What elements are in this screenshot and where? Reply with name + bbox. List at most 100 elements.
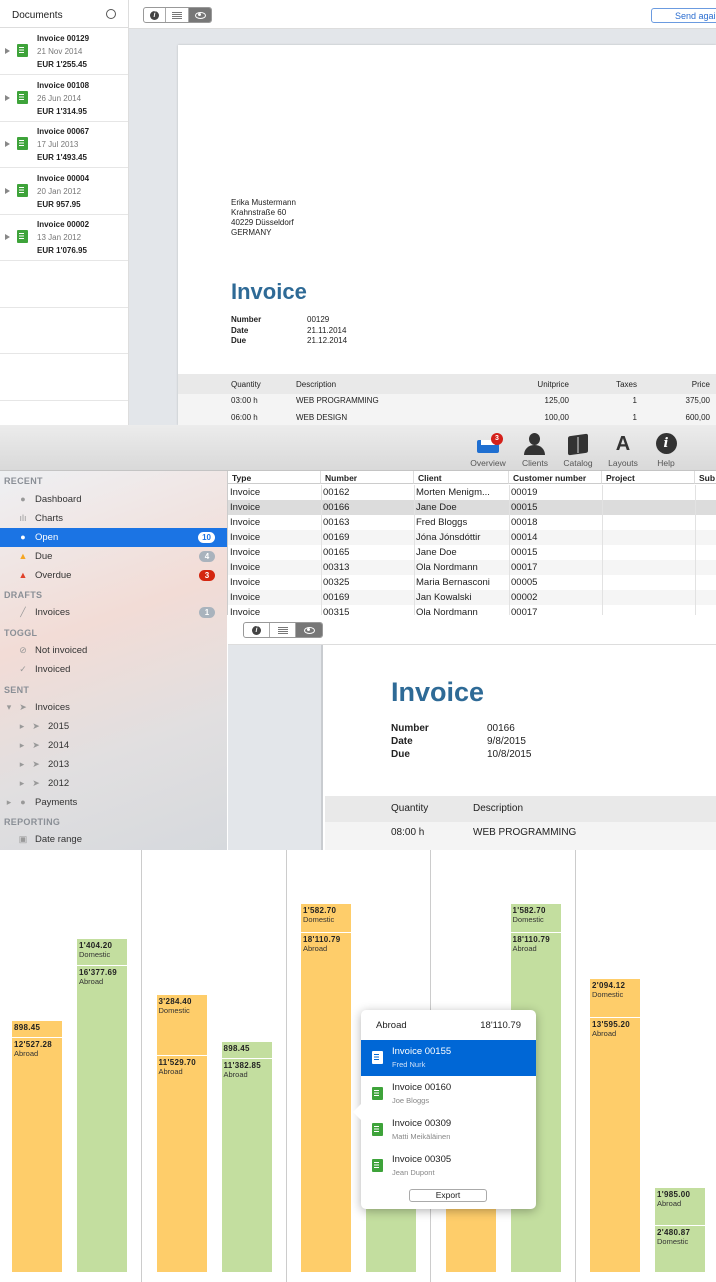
bar-segment[interactable]: 3'284.40Domestic — [156, 994, 207, 1056]
bar-segment[interactable]: 2'480.87 Domestic — [655, 1225, 705, 1272]
sidebar-item-year-2013[interactable]: ▸ ➤ 2013 — [0, 755, 227, 774]
clients-button[interactable]: Clients — [513, 433, 557, 468]
sidebar-item-open[interactable]: ● Open 10 — [0, 528, 227, 547]
bar-segment[interactable]: 1'985.00 Abroad — [655, 1188, 705, 1225]
sidebar-item-label: Invoices — [35, 702, 70, 713]
document-list-item[interactable]: Invoice 00004 20 Jan 2012 EUR 957.95 — [0, 168, 128, 215]
preview-button[interactable] — [189, 8, 211, 22]
sidebar-item-year-2015[interactable]: ▸ ➤ 2015 — [0, 717, 227, 736]
document-list-item[interactable]: Invoice 00129 21 Nov 2014 EUR 1'255.45 — [0, 28, 128, 75]
column-header-project[interactable]: Project — [602, 471, 695, 484]
document-list-item[interactable]: Invoice 00067 17 Jul 2013 EUR 1'493.45 — [0, 121, 128, 169]
disclosure-right-icon[interactable]: ▸ — [17, 759, 27, 769]
column-header-sub[interactable]: Sub — [695, 471, 716, 484]
document-date: 13 Jan 2012 — [37, 233, 82, 243]
sidebar-item-draft-invoices[interactable]: ╱ Invoices 1 — [0, 603, 227, 622]
disclosure-right-icon[interactable] — [5, 48, 10, 54]
bar-segment[interactable]: 18'110.79 Abroad — [301, 933, 351, 1272]
popover-invoice-item[interactable]: Invoice 00305 Jean Dupont — [361, 1148, 536, 1184]
send-again-button[interactable]: Send agai — [651, 8, 716, 23]
sidebar-item-label: Invoiced — [35, 664, 71, 675]
document-list-item[interactable]: Invoice 00108 26 Jun 2014 EUR 1'314.95 — [0, 75, 128, 122]
column-header-client[interactable]: Client — [414, 471, 509, 484]
bar-segment[interactable]: 16'377.69 Abroad — [77, 965, 127, 1272]
sidebar-item-not-invoiced[interactable]: ⊘ Not invoiced — [0, 641, 227, 660]
disclosure-right-icon[interactable] — [5, 234, 10, 241]
bar-segment[interactable]: 1'582.70 Domestic — [301, 903, 351, 933]
invoice-meta: Number 00166 Date 9/8/2015 Due 10/8/2015 — [391, 722, 532, 761]
sidebar-item-payments[interactable]: ▸ ● Payments — [0, 793, 227, 812]
export-button[interactable]: Export — [409, 1189, 487, 1202]
table-row[interactable]: Invoice 00169 Jóna Jónsdóttir 00014 — [228, 530, 716, 545]
table-row[interactable]: Invoice 00163 Fred Bloggs 00018 — [228, 515, 716, 530]
meta-label: Due — [231, 336, 247, 345]
table-row[interactable]: Invoice 00313 Ola Nordmann 00017 — [228, 560, 716, 575]
sidebar-item-charts[interactable]: ılı Charts — [0, 509, 227, 528]
table-cell: Invoice — [230, 502, 261, 513]
column-header-type[interactable]: Type — [228, 471, 321, 484]
disclosure-right-icon[interactable] — [5, 94, 10, 101]
info-icon: ● — [20, 494, 26, 504]
bar-segment[interactable]: 1'582.70 Domestic — [510, 903, 561, 933]
bar-segment[interactable]: 11'529.70 Abroad — [156, 1056, 207, 1272]
info-view-button[interactable]: i — [244, 623, 270, 637]
bar-segment[interactable]: 898.45 — [12, 1020, 62, 1037]
overview-badge: 3 — [491, 433, 503, 445]
disclosure-right-icon[interactable]: ▸ — [17, 740, 27, 750]
segment-value-label: 2'094.12 — [592, 980, 626, 990]
sidebar-item-invoiced[interactable]: ✓ Invoiced — [0, 660, 227, 679]
table-cell: Morten Menigm... — [416, 487, 490, 498]
segment-name-label: Domestic — [592, 989, 624, 999]
list-view-button[interactable] — [166, 8, 189, 22]
table-cell: 00015 — [511, 502, 538, 513]
bar-segment[interactable]: 2'094.12 Domestic — [590, 978, 640, 1017]
segment-popover: Abroad 18'110.79 Invoice 00155 Fred Nurk… — [353, 1010, 536, 1209]
table-row[interactable]: Invoice 00325 Maria Bernasconi 00005 — [228, 575, 716, 590]
bar-segment[interactable]: 13'595.20 Abroad — [590, 1017, 640, 1272]
segment-value-label: 1'582.70 — [303, 905, 337, 915]
clock-icon[interactable] — [106, 9, 116, 19]
sidebar-item-due[interactable]: ▲ Due 4 — [0, 547, 227, 566]
table-row[interactable]: Invoice 00169 Jan Kowalski 00002 — [228, 590, 716, 605]
column-header-number[interactable]: Number — [321, 471, 414, 484]
sidebar-item-overdue[interactable]: ▲ Overdue 3 — [0, 566, 227, 585]
disclosure-right-icon[interactable]: ▸ — [4, 797, 14, 807]
info-view-button[interactable]: i — [144, 8, 166, 22]
column-header: Price — [691, 380, 710, 389]
table-row[interactable]: Invoice 00166 Jane Doe 00015 — [228, 500, 716, 515]
bar-segment[interactable]: 11'382.85 Abroad — [221, 1059, 272, 1272]
disclosure-right-icon[interactable] — [5, 141, 10, 148]
sidebar-item-sent-invoices[interactable]: ▾ ➤ Invoices — [0, 698, 227, 717]
popover-invoice-item[interactable]: Invoice 00155 Fred Nurk — [361, 1040, 536, 1076]
disclosure-right-icon[interactable]: ▸ — [17, 721, 27, 731]
catalog-button[interactable]: Catalog — [556, 433, 600, 468]
list-icon — [277, 626, 288, 634]
sidebar-item-dashboard[interactable]: ● Dashboard — [0, 490, 227, 509]
bar-segment[interactable]: 898.45 — [221, 1042, 272, 1059]
sidebar-item-year-2012[interactable]: ▸ ➤ 2012 — [0, 774, 227, 793]
document-date: 21 Nov 2014 — [37, 47, 83, 56]
segment-name-label: Abroad — [158, 1067, 183, 1077]
bar-segment[interactable]: 1'404.20 Domestic — [77, 939, 127, 965]
cell: 375,00 — [685, 396, 710, 405]
overview-button[interactable]: 3 Overview — [466, 433, 510, 468]
document-list-item[interactable]: Invoice 00002 13 Jan 2012 EUR 1'076.95 — [0, 214, 128, 262]
table-row[interactable]: Invoice 00162 Morten Menigm... 00019 — [228, 485, 716, 500]
disclosure-right-icon[interactable] — [5, 187, 10, 194]
popover-invoice-item[interactable]: Invoice 00309 Matti Meikäläinen — [361, 1112, 536, 1148]
disclosure-down-icon[interactable]: ▾ — [4, 702, 14, 712]
list-view-button[interactable] — [270, 623, 296, 637]
document-title: Invoice 00108 — [37, 80, 90, 90]
bar-segment[interactable]: 12'527.28 Abroad — [12, 1037, 62, 1272]
view-mode-segmented[interactable]: i — [143, 7, 212, 23]
view-mode-segmented[interactable]: i — [243, 622, 323, 638]
sidebar-item-date-range[interactable]: ▣ Date range — [0, 830, 227, 849]
column-header-customer-number[interactable]: Customer number — [509, 471, 602, 484]
layouts-button[interactable]: A Layouts — [601, 433, 645, 468]
preview-button[interactable] — [296, 623, 322, 637]
sidebar-item-year-2014[interactable]: ▸ ➤ 2014 — [0, 736, 227, 755]
table-row[interactable]: Invoice 00165 Jane Doe 00015 — [228, 545, 716, 560]
popover-invoice-item[interactable]: Invoice 00160 Joe Bloggs — [361, 1076, 536, 1112]
disclosure-right-icon[interactable]: ▸ — [17, 778, 27, 788]
help-button[interactable]: i Help — [644, 433, 688, 468]
